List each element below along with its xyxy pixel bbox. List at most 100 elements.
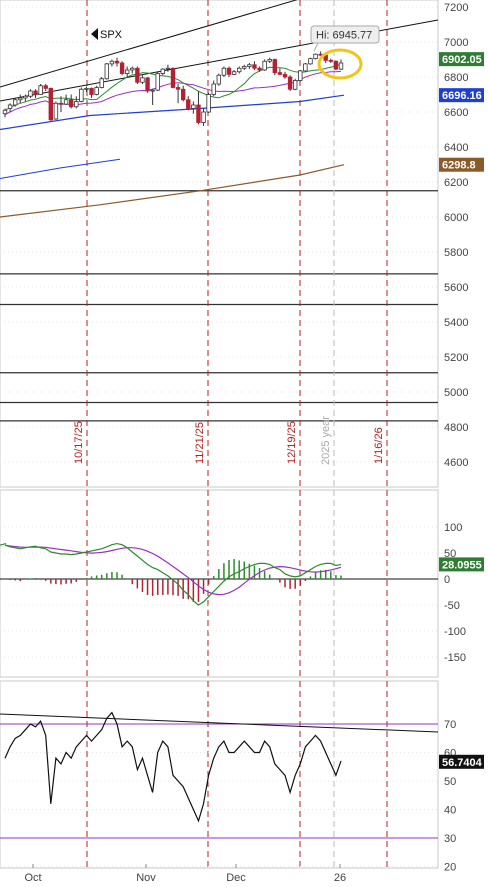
rsi-tick-label: 30 <box>444 833 456 845</box>
price-badge-text: 6902.05 <box>442 54 482 66</box>
candle-body <box>12 99 18 106</box>
candle-body <box>155 73 160 91</box>
macd-badge-text: 28.0955 <box>442 559 482 571</box>
price-tick-label: 4600 <box>444 457 468 469</box>
candle-body <box>267 59 272 62</box>
candle-body <box>211 83 216 95</box>
candle-body <box>287 76 293 90</box>
macd-tick-label: 100 <box>444 522 462 534</box>
rsi-tick-label: 20 <box>444 862 456 874</box>
price-tick-label: 5400 <box>444 317 468 329</box>
price-tick-label: 6600 <box>444 107 468 119</box>
x-axis-label: Oct <box>24 872 41 884</box>
candle-body <box>43 85 48 89</box>
price-tick-label: 5200 <box>444 352 468 364</box>
candle-body <box>140 77 145 83</box>
price-tick-label: 6000 <box>444 212 468 224</box>
candle-body <box>150 89 155 92</box>
candle-body <box>58 102 64 105</box>
symbol-text: SPX <box>100 29 123 41</box>
candle-body <box>135 67 140 83</box>
candle-body <box>7 104 13 109</box>
candle-body <box>119 62 125 74</box>
candle-body <box>165 67 171 70</box>
candle-body <box>338 62 344 70</box>
candle-body <box>272 59 278 74</box>
candle-body <box>196 104 201 123</box>
candle-body <box>99 78 104 88</box>
rsi-badge-text: 56.7404 <box>442 757 483 769</box>
candle-body <box>74 101 79 108</box>
date-marker-label: 2025 year <box>320 416 332 465</box>
price-tick-label: 7000 <box>444 37 468 49</box>
candle-body <box>18 97 23 101</box>
candle-body <box>79 88 84 102</box>
candle-body <box>130 67 135 71</box>
price-tick-label: 6800 <box>444 72 468 84</box>
rsi-tick-label: 70 <box>444 719 456 731</box>
candle-body <box>38 85 43 95</box>
candle-body <box>94 87 99 95</box>
x-axis-label: 26 <box>334 872 346 884</box>
candle-body <box>313 53 318 60</box>
candle-body <box>292 80 298 90</box>
candle-body <box>236 67 242 73</box>
x-axis-label: Nov <box>136 872 156 884</box>
date-marker-label: 11/21/25 <box>194 422 206 464</box>
candle-body <box>124 69 130 74</box>
chart-canvas[interactable]: 10/17/25 11/21/25 12/19/25 2025 year 1/16/26… <box>0 0 488 887</box>
candle-body <box>252 64 257 69</box>
candle-body <box>145 77 150 92</box>
candle-body <box>186 99 191 109</box>
candle-body <box>23 95 28 99</box>
x-axis-label: Dec <box>226 872 246 884</box>
price-badge-text: 6696.16 <box>442 90 482 102</box>
candle-body <box>2 109 8 115</box>
candle-body <box>226 67 232 75</box>
candle-body <box>308 58 313 65</box>
candle-body <box>303 63 308 72</box>
candle-body <box>170 67 176 88</box>
candle-body <box>206 94 211 113</box>
price-tick-label: 6400 <box>444 142 468 154</box>
price-tick-label: 5600 <box>444 282 468 294</box>
candle-body <box>48 87 54 121</box>
candle-body <box>53 102 59 120</box>
candle-body <box>89 87 94 95</box>
price-tick-label: 5000 <box>444 387 468 399</box>
price-tick-label: 6200 <box>444 177 468 189</box>
candle-body <box>262 60 267 71</box>
high-annotation-text: Hi: 6945.77 <box>316 30 372 42</box>
date-marker-label: 1/16/26 <box>373 427 385 464</box>
candle-body <box>114 60 120 64</box>
candle-body <box>277 72 283 75</box>
candle-body <box>298 70 303 81</box>
candle-body <box>328 59 334 62</box>
candle-body <box>282 73 288 78</box>
macd-tick-label: -150 <box>444 652 466 664</box>
candle-body <box>191 104 196 109</box>
candle-body <box>333 60 339 70</box>
candle-body <box>104 63 110 80</box>
macd-tick-label: -50 <box>444 600 460 612</box>
rsi-tick-label: 40 <box>444 805 456 817</box>
candle-body <box>247 64 252 67</box>
candle-body <box>180 88 186 101</box>
candle-body <box>257 67 262 71</box>
candle-body <box>33 90 38 95</box>
candle-body <box>68 99 74 108</box>
candle-body <box>175 87 181 90</box>
date-marker-label: 10/17/25 <box>73 421 85 464</box>
price-tick-label: 4800 <box>444 422 468 434</box>
candle-body <box>160 68 166 74</box>
candle-body <box>221 67 227 76</box>
price-tick-label: 5800 <box>444 247 468 259</box>
candle-body <box>242 66 247 69</box>
candle-body <box>201 111 206 123</box>
price-badge-text: 6298.8 <box>442 160 476 172</box>
date-marker-label: 12/19/25 <box>286 421 298 464</box>
candle-body <box>109 60 115 65</box>
macd-tick-label: -100 <box>444 626 466 638</box>
candle-body <box>84 87 89 90</box>
macd-tick-label: 0 <box>444 574 450 586</box>
